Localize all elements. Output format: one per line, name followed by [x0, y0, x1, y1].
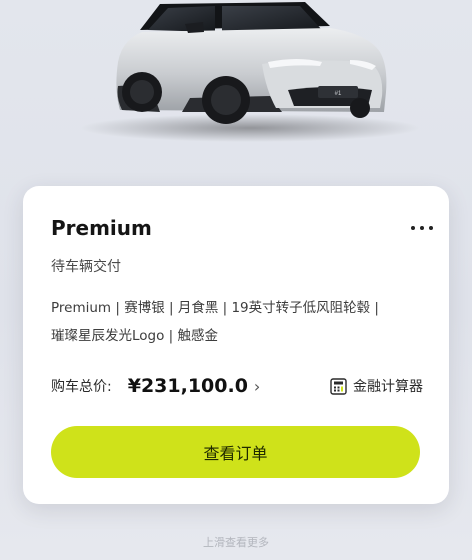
svg-text:#1: #1	[335, 91, 342, 97]
price-label: 购车总价:	[51, 379, 112, 395]
config-line: Premium | 赛博银 | 月食黑 | 19英寸转子低风阻轮毂 |	[51, 300, 379, 316]
calculator-icon	[330, 377, 347, 395]
finance-calculator-button[interactable]: 金融计算器	[330, 376, 423, 396]
chevron-right-icon[interactable]: ›	[254, 377, 260, 396]
view-order-button[interactable]: 查看订单	[51, 426, 420, 478]
delivery-status: 待车辆交付	[51, 259, 121, 275]
vehicle-config: Premium | 赛博银 | 月食黑 | 19英寸转子低风阻轮毂 | 璀璨星辰…	[51, 294, 426, 350]
order-card: Premium 待车辆交付 Premium | 赛博银 | 月食黑 | 19英寸…	[23, 186, 449, 504]
model-title: Premium	[51, 216, 152, 240]
price-value[interactable]: ¥231,100.0	[128, 375, 248, 397]
car-image: #1	[80, 2, 420, 142]
more-options-icon[interactable]	[411, 226, 433, 230]
calculator-label: 金融计算器	[353, 379, 423, 395]
scroll-hint: 上滑查看更多	[203, 536, 269, 549]
config-line: 璀璨星辰发光Logo | 触感金	[51, 328, 219, 344]
price-row: 购车总价: ¥231,100.0 › 金融计算器	[51, 372, 423, 400]
